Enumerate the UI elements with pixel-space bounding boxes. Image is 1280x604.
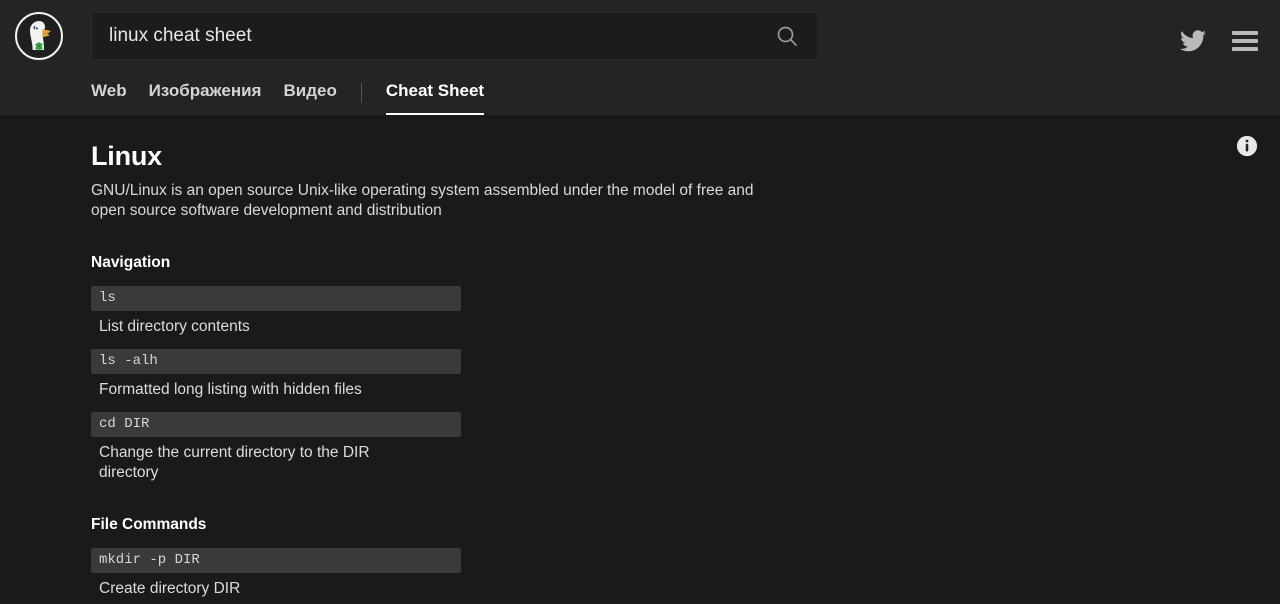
command-text[interactable]: cd DIR [91, 412, 461, 437]
section-title-file-commands: File Commands [91, 516, 207, 533]
tab-images[interactable]: Изображения [149, 81, 262, 115]
site-header: Web Изображения Видео Cheat Sheet [0, 0, 1280, 115]
command-text[interactable]: ls -alh [91, 349, 461, 374]
info-icon[interactable] [1236, 135, 1258, 157]
tab-web[interactable]: Web [91, 81, 127, 115]
page-description: GNU/Linux is an open source Unix-like op… [91, 182, 754, 219]
cheat-item: mkdir -p DIR Create directory DIR [91, 548, 1280, 599]
header-actions [1180, 30, 1258, 52]
cheat-item: ls -alh Formatted long listing with hidd… [91, 349, 1280, 400]
twitter-icon[interactable] [1180, 30, 1206, 52]
command-text[interactable]: ls [91, 286, 461, 311]
section-title-navigation: Navigation [91, 254, 171, 271]
command-description: Formatted long listing with hidden files [99, 381, 362, 398]
header-top-row [0, 0, 1280, 72]
command-text[interactable]: mkdir -p DIR [91, 548, 461, 573]
search-tabs: Web Изображения Видео Cheat Sheet [0, 72, 1280, 115]
tab-cheat-sheet[interactable]: Cheat Sheet [385, 81, 485, 115]
cheat-item: ls List directory contents [91, 286, 1280, 337]
search-bar[interactable] [93, 13, 817, 59]
tab-videos[interactable]: Видео [283, 81, 336, 115]
hamburger-menu-icon[interactable] [1232, 31, 1258, 51]
page-title: Linux [91, 141, 162, 171]
cheat-sheet-content: Linux GNU/Linux is an open source Unix-l… [0, 115, 1280, 604]
command-description: Create directory DIR [99, 580, 241, 597]
tab-separator [360, 83, 362, 103]
cheat-item: cd DIR Change the current directory to t… [91, 412, 1280, 483]
command-description: Change the current directory to the DIR … [99, 444, 370, 481]
duckduckgo-logo-icon[interactable] [15, 12, 63, 60]
command-description: List directory contents [99, 318, 250, 335]
search-input[interactable] [93, 13, 817, 59]
